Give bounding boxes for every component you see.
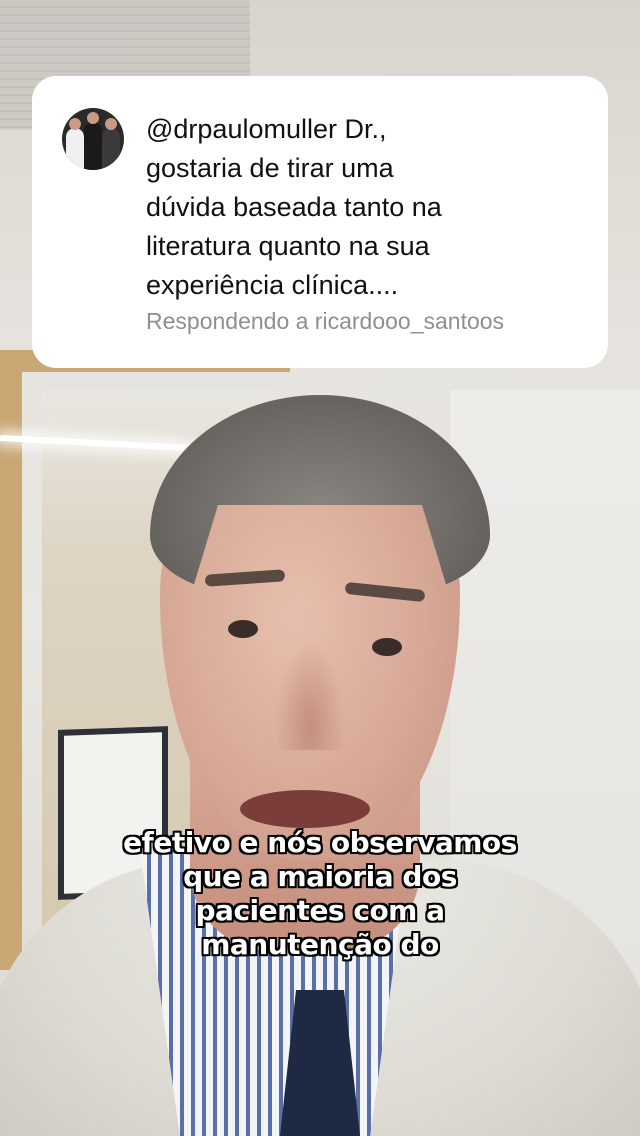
reply-message-line: dúvida baseada tanto na [146, 192, 442, 222]
subtitle-line: manutenção do [201, 928, 439, 961]
right-eye [372, 638, 402, 656]
reply-message-line: @drpaulomuller Dr., [146, 114, 387, 144]
subtitle-block: efetivo e nós observamos que a maioria d… [0, 826, 640, 962]
reply-message-line: experiência clínica.... [146, 270, 399, 300]
reply-message-line: literatura quanto na sua [146, 231, 430, 261]
subtitle-line: que a maioria dos [183, 860, 457, 893]
reply-message: @drpaulomuller Dr., gostaria de tirar um… [146, 110, 586, 305]
replying-to-label: Respondendo a ricardooo_santoos [146, 308, 505, 334]
subtitle-line: pacientes com a [195, 894, 446, 927]
profile-avatar-icon[interactable] [62, 108, 124, 170]
reply-sticker[interactable]: @drpaulomuller Dr., gostaria de tirar um… [32, 76, 608, 368]
mouth [240, 790, 370, 828]
subtitle-line: efetivo e nós observamos [123, 826, 517, 859]
left-eye [228, 620, 258, 638]
reply-message-line: gostaria de tirar uma [146, 153, 394, 183]
nose [275, 640, 345, 750]
